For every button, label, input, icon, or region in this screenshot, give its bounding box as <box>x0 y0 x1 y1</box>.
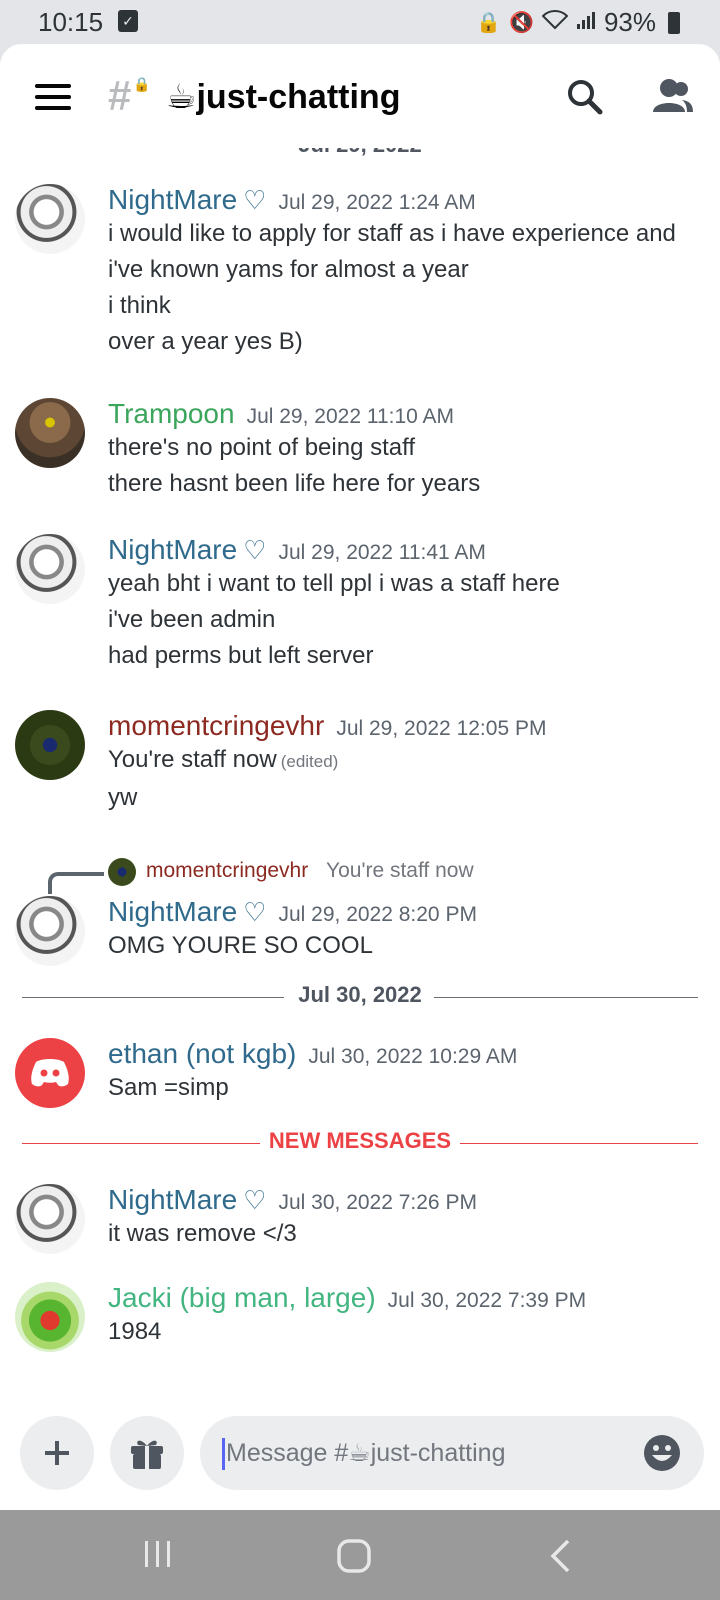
message-text: i've been admin <box>108 606 276 633</box>
status-icons: 🔒 🔇 93% <box>476 7 680 38</box>
reply-avatar <box>108 858 136 886</box>
heart-icon: ♡ <box>243 1185 267 1215</box>
author-name[interactable]: NightMare <box>108 896 237 928</box>
message-text: it was remove </3 <box>108 1220 297 1247</box>
new-messages-label: NEW MESSAGES <box>268 1128 452 1153</box>
reply-preview[interactable]: momentcringevhr You're staff now <box>0 854 720 894</box>
members-icon[interactable] <box>652 78 694 119</box>
menu-icon[interactable] <box>35 84 71 110</box>
timestamp: Jul 29, 2022 1:24 AM <box>278 191 476 214</box>
message-text: i think <box>108 292 171 319</box>
timestamp: Jul 30, 2022 7:39 PM <box>387 1289 587 1312</box>
message-text: Sam =simp <box>108 1074 229 1101</box>
timestamp: Jul 30, 2022 7:26 PM <box>278 1191 477 1214</box>
attach-button[interactable] <box>20 1416 94 1490</box>
author-name[interactable]: NightMare <box>108 184 237 216</box>
message-text: yeah bht i want to tell ppl i was a staf… <box>108 570 560 597</box>
avatar[interactable] <box>15 1038 85 1108</box>
message-text: there hasnt been life here for years <box>108 470 481 497</box>
new-messages-divider: NEW MESSAGES <box>22 1128 698 1158</box>
reply-spine <box>48 872 104 894</box>
heart-icon: ♡ <box>243 897 267 927</box>
notification-icon: ✓ <box>118 10 138 32</box>
avatar[interactable] <box>15 1282 85 1352</box>
author-name[interactable]: Trampoon <box>108 398 235 430</box>
heart-icon: ♡ <box>243 535 267 565</box>
message-text: 1984 <box>108 1318 162 1345</box>
author-name[interactable]: NightMare <box>108 1184 237 1216</box>
system-nav-bar <box>0 1510 720 1600</box>
gift-icon <box>131 1440 163 1469</box>
timestamp: Jul 30, 2022 10:29 AM <box>308 1045 518 1068</box>
message-input[interactable]: Message #☕just-chatting <box>200 1416 704 1490</box>
timestamp: Jul 29, 2022 12:05 PM <box>336 717 547 740</box>
channel-header: # 🔒 ☕just-chatting <box>0 44 720 148</box>
author-name[interactable]: momentcringevhr <box>108 710 324 742</box>
message-composer: Message #☕just-chatting <box>0 1388 720 1510</box>
lock-icon: 🔒 <box>476 12 502 34</box>
date-divider-label: Jul 30, 2022 <box>298 982 422 1007</box>
reply-text[interactable]: You're staff now <box>326 859 474 883</box>
avatar[interactable] <box>15 710 85 780</box>
message-text-line: You're staff now (edited) <box>108 742 710 780</box>
reply-author[interactable]: momentcringevhr <box>146 859 308 883</box>
channel-title: ☕just-chatting <box>166 78 401 116</box>
author-name[interactable]: ethan (not kgb) <box>108 1038 296 1070</box>
timestamp: Jul 29, 2022 11:10 AM <box>246 405 455 428</box>
status-bar: 10:15 ✓ 🔒 🔇 93% <box>0 0 720 44</box>
message-text: over a year yes B) <box>108 328 303 355</box>
recent-apps-icon[interactable] <box>142 1538 174 1575</box>
heart-icon: ♡ <box>243 185 267 215</box>
message-text: yw <box>108 784 138 811</box>
date-divider-cut: Jul 29, 2022 <box>0 148 720 158</box>
message-text: You're staff now <box>108 746 277 773</box>
avatar[interactable] <box>15 534 85 604</box>
edited-label: (edited) <box>280 752 339 771</box>
search-icon[interactable] <box>566 78 604 121</box>
timestamp: Jul 29, 2022 11:41 AM <box>278 541 486 564</box>
avatar[interactable] <box>15 398 85 468</box>
date-divider: Jul 30, 2022 <box>22 982 698 1012</box>
chat-app: # 🔒 ☕just-chatting Jul 29, 2022 NightMar… <box>0 44 720 1510</box>
signal-icon <box>576 10 596 36</box>
message-text: OMG YOURE SO COOL <box>108 932 373 959</box>
timestamp: Jul 29, 2022 8:20 PM <box>278 903 477 926</box>
avatar[interactable] <box>15 184 85 254</box>
discord-logo-icon <box>31 1059 69 1087</box>
message-text: i've known yams for almost a year <box>108 256 469 283</box>
message-input-placeholder: Message #☕just-chatting <box>226 1439 506 1467</box>
status-time: 10:15 <box>38 7 104 37</box>
emoji-icon[interactable] <box>642 1433 682 1478</box>
gift-button[interactable] <box>110 1416 184 1490</box>
hashtag-icon: # <box>108 72 132 119</box>
message-text: i would like to apply for staff as i hav… <box>108 220 676 247</box>
battery-icon <box>668 11 680 34</box>
author-name[interactable]: Jacki (big man, large) <box>108 1282 376 1314</box>
avatar[interactable] <box>15 1184 85 1254</box>
message-text: there's no point of being staff <box>108 434 416 461</box>
mute-icon: 🔇 <box>509 12 534 34</box>
message-list[interactable]: Jul 29, 2022 NightMare ♡ Jul 29, 2022 1:… <box>0 148 720 1388</box>
avatar[interactable] <box>15 896 85 966</box>
message-text: had perms but left server <box>108 642 374 669</box>
wifi-icon <box>541 9 569 36</box>
text-caret <box>222 1438 225 1470</box>
home-icon[interactable] <box>336 1538 372 1579</box>
back-icon[interactable] <box>548 1538 572 1579</box>
author-name[interactable]: NightMare <box>108 534 237 566</box>
plus-icon <box>45 1441 69 1465</box>
channel-lock-icon: 🔒 <box>133 76 151 92</box>
battery-percent: 93% <box>603 7 656 37</box>
